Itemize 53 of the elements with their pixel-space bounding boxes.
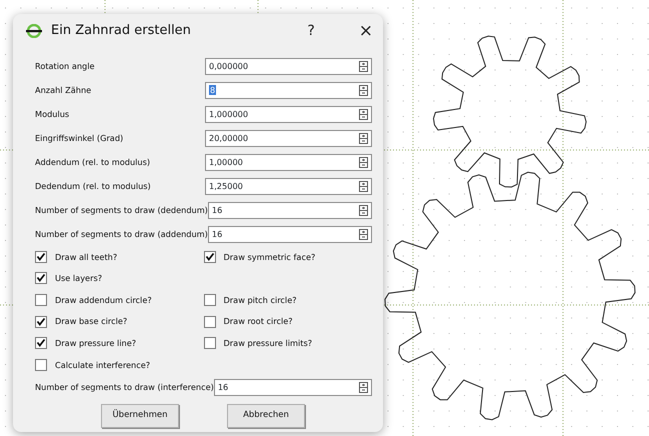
checkbox[interactable] xyxy=(204,250,216,263)
spinner-icon[interactable] xyxy=(359,204,368,216)
spinner-icon[interactable] xyxy=(359,60,368,72)
checkbox[interactable] xyxy=(35,294,47,306)
checkbox-label: Draw root circle? xyxy=(224,315,293,328)
checkbox-label: Draw pressure limits? xyxy=(224,337,312,350)
checkbox[interactable] xyxy=(35,358,47,371)
spinner-icon[interactable] xyxy=(359,156,368,168)
field-label: Rotation angle xyxy=(35,60,95,72)
checkbox-label: Draw symmetric face? xyxy=(224,250,316,263)
checkbox-label: Use layers? xyxy=(55,272,102,285)
field-label: Number of segments to draw (addendum) xyxy=(35,228,208,240)
field-label: Eingriffswinkel (Grad) xyxy=(35,132,124,144)
checkbox[interactable] xyxy=(35,272,47,284)
spin-field[interactable]: 8 xyxy=(205,82,372,98)
dialog-title: Ein Zahnrad erstellen xyxy=(51,22,191,40)
dialog-button[interactable]: Abbrechen xyxy=(227,404,305,428)
spinner-icon[interactable] xyxy=(359,228,368,240)
field-label: Addendum (rel. to modulus) xyxy=(35,156,150,168)
spinner-icon[interactable] xyxy=(359,84,368,96)
spin-field[interactable]: 16 xyxy=(208,226,372,242)
checkbox[interactable] xyxy=(35,316,47,328)
field-label: Number of segments to draw (interference) xyxy=(35,381,214,394)
spin-field[interactable]: 1,25000 xyxy=(205,178,372,194)
checkbox[interactable] xyxy=(204,294,216,306)
checkbox-label: Draw addendum circle? xyxy=(55,294,152,306)
spinner-icon[interactable] xyxy=(359,108,368,120)
spin-field[interactable]: 0,000000 xyxy=(205,58,372,74)
checkbox-label: Draw pressure line? xyxy=(55,337,136,350)
checkbox-label: Draw all teeth? xyxy=(55,250,118,263)
help-button[interactable]: ? xyxy=(307,24,315,38)
checkbox-label: Calculate interference? xyxy=(55,358,150,371)
checkbox[interactable] xyxy=(204,337,216,350)
checkbox[interactable] xyxy=(35,337,47,350)
spin-field[interactable]: 1,000000 xyxy=(205,106,372,122)
close-button[interactable]: × xyxy=(358,22,373,40)
spin-field[interactable]: 16 xyxy=(208,202,372,218)
dialog-button[interactable]: Übernehmen xyxy=(101,404,179,428)
checkbox-label: Draw base circle? xyxy=(55,315,128,328)
checkbox[interactable] xyxy=(35,250,47,263)
checkbox[interactable] xyxy=(204,316,216,328)
checkbox-label: Draw pitch circle? xyxy=(224,294,297,306)
spinner-icon[interactable] xyxy=(359,382,368,394)
field-label: Dedendum (rel. to modulus) xyxy=(35,180,151,192)
spin-field[interactable]: 20,00000 xyxy=(205,130,372,146)
app-icon xyxy=(25,24,43,38)
spinner-icon[interactable] xyxy=(359,132,368,144)
spin-field[interactable]: 1,00000 xyxy=(205,154,372,170)
spinner-icon[interactable] xyxy=(359,180,368,192)
field-label: Anzahl Zähne xyxy=(35,84,92,96)
spin-field[interactable]: 16 xyxy=(214,379,372,396)
field-label: Number of segments to draw (dedendum) xyxy=(35,204,208,216)
field-label: Modulus xyxy=(35,108,70,120)
